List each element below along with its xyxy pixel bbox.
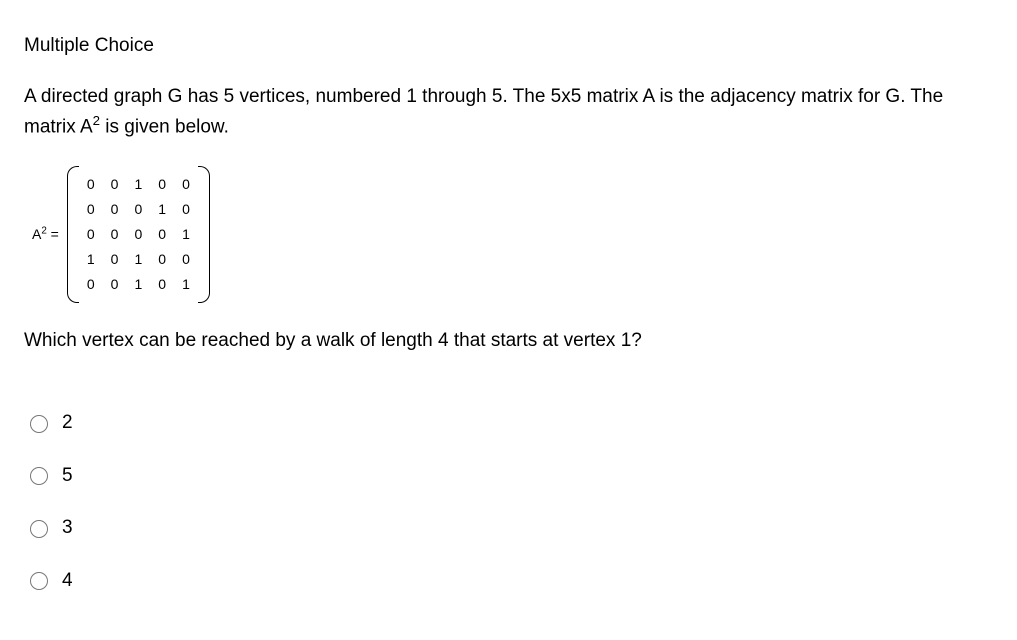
matrix-table: 0 0 1 0 0 0 0 0 1 0 0 0 0 0 1 1 <box>79 172 198 297</box>
matrix-cell: 1 <box>126 247 150 272</box>
matrix-cell: 0 <box>103 197 127 222</box>
option-label: 5 <box>62 462 73 491</box>
matrix-cell: 0 <box>150 272 174 297</box>
matrix-bracket-left <box>67 166 79 303</box>
matrix-cell: 1 <box>150 197 174 222</box>
matrix-row: 0 0 0 1 0 <box>79 197 198 222</box>
matrix-cell: 0 <box>103 247 127 272</box>
problem-line-2-post: is given below. <box>100 116 229 137</box>
matrix-cell: 1 <box>174 222 198 247</box>
matrix-cell: 0 <box>150 247 174 272</box>
problem-statement: A directed graph G has 5 vertices, numbe… <box>24 83 993 142</box>
option-5[interactable]: 5 <box>30 462 993 491</box>
question-text: Which vertex can be reached by a walk of… <box>24 327 993 356</box>
matrix-cell: 0 <box>174 247 198 272</box>
matrix-cell: 0 <box>103 222 127 247</box>
matrix-row: 1 0 1 0 0 <box>79 247 198 272</box>
matrix-row: 0 0 1 0 1 <box>79 272 198 297</box>
matrix-cell: 0 <box>79 197 103 222</box>
matrix-cell: 0 <box>103 272 127 297</box>
option-2[interactable]: 2 <box>30 409 993 438</box>
matrix-cell: 0 <box>150 222 174 247</box>
matrix-cell: 0 <box>150 172 174 197</box>
matrix-cell: 0 <box>174 197 198 222</box>
radio-icon[interactable] <box>30 520 48 538</box>
matrix-row: 0 0 1 0 0 <box>79 172 198 197</box>
matrix-row: 0 0 0 0 1 <box>79 222 198 247</box>
problem-line-2-sup: 2 <box>93 113 100 128</box>
matrix-label-pre: A <box>32 226 41 242</box>
options-list: 2 5 3 4 <box>30 409 993 595</box>
problem-line-2-pre: matrix A <box>24 116 93 137</box>
matrix-cell: 0 <box>79 172 103 197</box>
matrix-cell: 1 <box>126 172 150 197</box>
option-4[interactable]: 4 <box>30 567 993 596</box>
matrix-container: 0 0 1 0 0 0 0 0 1 0 0 0 0 0 1 1 <box>67 166 210 303</box>
option-label: 3 <box>62 514 73 543</box>
option-label: 4 <box>62 567 73 596</box>
section-title: Multiple Choice <box>24 32 993 61</box>
option-3[interactable]: 3 <box>30 514 993 543</box>
radio-icon[interactable] <box>30 572 48 590</box>
matrix-cell: 1 <box>79 247 103 272</box>
matrix-bracket-right <box>198 166 210 303</box>
radio-icon[interactable] <box>30 415 48 433</box>
matrix-label-post: = <box>47 226 59 242</box>
matrix-cell: 0 <box>126 222 150 247</box>
matrix-cell: 1 <box>174 272 198 297</box>
matrix-cell: 0 <box>103 172 127 197</box>
matrix-label: A2 = <box>32 224 67 245</box>
option-label: 2 <box>62 409 73 438</box>
matrix-cell: 0 <box>126 197 150 222</box>
matrix-cell: 1 <box>126 272 150 297</box>
matrix-block: A2 = 0 0 1 0 0 0 0 0 1 0 0 0 0 0 <box>32 166 993 303</box>
matrix-cell: 0 <box>79 222 103 247</box>
problem-line-1: A directed graph G has 5 vertices, numbe… <box>24 86 943 107</box>
radio-icon[interactable] <box>30 467 48 485</box>
matrix-cell: 0 <box>174 172 198 197</box>
matrix-cell: 0 <box>79 272 103 297</box>
